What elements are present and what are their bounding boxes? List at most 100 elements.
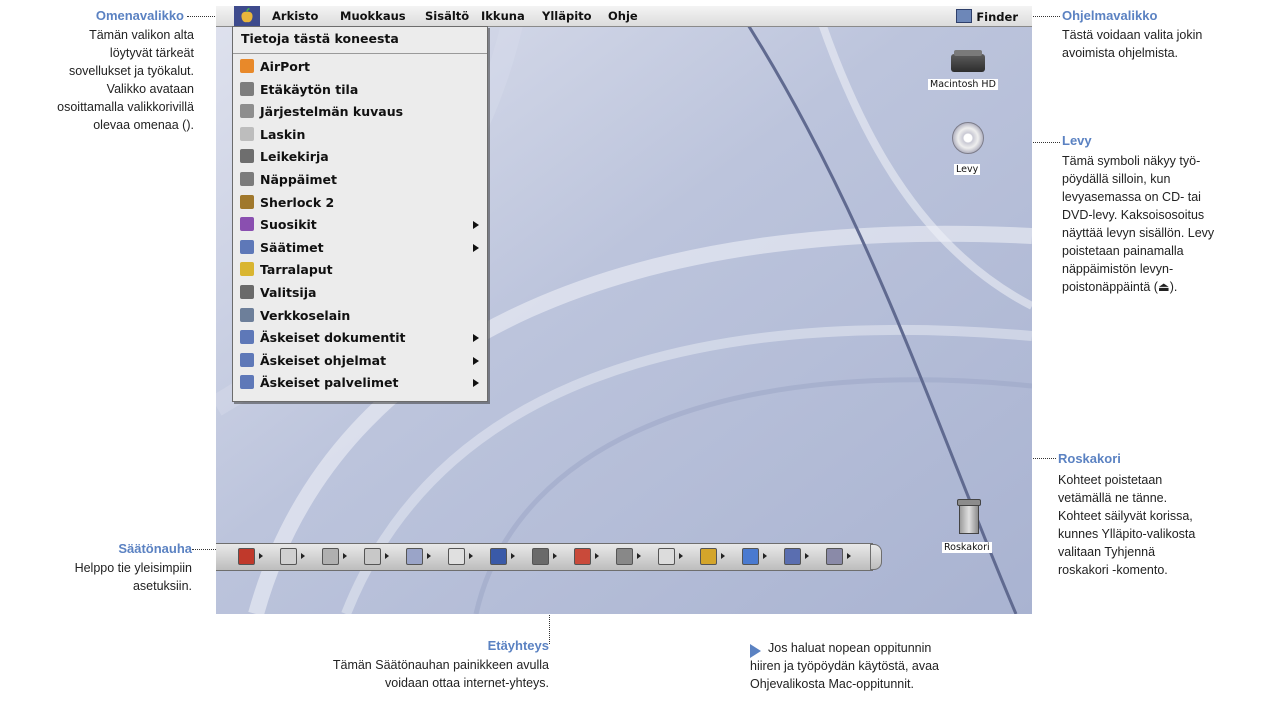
recent-applications-icon [240,352,254,367]
location-icon[interactable] [784,548,801,565]
control-strip-popup-arrow-icon[interactable] [301,553,305,559]
apple-menu-callout-line: Tämän valikon alta [89,28,194,42]
cd-disk-label[interactable]: Levy [954,164,981,175]
apple-menu-item[interactable]: Äskeiset ohjelmat [233,351,487,371]
cd-player-icon[interactable] [448,548,465,565]
web-sharing-icon[interactable] [742,548,759,565]
apple-menu-item-label: Äskeiset ohjelmat [260,352,387,368]
apple-menu-item-label: Järjestelmän kuvaus [260,104,404,120]
control-strip-popup-arrow-icon[interactable] [427,553,431,559]
control-strip-popup-arrow-icon[interactable] [343,553,347,559]
submenu-arrow-icon [473,356,479,365]
menu-window[interactable]: Ikkuna [481,9,525,23]
apple-menu-item[interactable]: Äskeiset dokumentit [233,328,487,348]
apple-menu-item[interactable]: Näppäimet [233,170,487,190]
printer-icon[interactable] [532,548,549,565]
scrapbook-icon [240,149,254,164]
remote-callout-line: voidaan ottaa internet-yhteys. [385,676,549,690]
apple-menu-item-label: Äskeiset dokumentit [260,330,406,346]
control-strip-collapse-tab[interactable] [870,544,882,570]
control-strip-popup-arrow-icon[interactable] [763,553,767,559]
disk-callout-line: näyttää levyn sisällön. Levy [1062,226,1215,240]
menu-help[interactable]: Ohje [608,9,638,23]
monitor-resolution-icon[interactable] [658,548,675,565]
application-menu-label: Finder [976,10,1018,24]
appletalk-icon[interactable] [238,548,255,565]
cd-disk-icon[interactable] [952,122,984,154]
control-strip-popup-arrow-icon[interactable] [805,553,809,559]
control-strip-popup-arrow-icon[interactable] [847,553,851,559]
energy-saver-icon[interactable] [406,548,423,565]
tip-line: Ohjevalikosta Mac-oppitunnit. [750,677,914,691]
submenu-arrow-icon [473,243,479,252]
control-strip-popup-arrow-icon[interactable] [595,553,599,559]
apple-menu-item[interactable]: Valitsija [233,283,487,303]
control-strip-popup-arrow-icon[interactable] [721,553,725,559]
trash-icon[interactable] [957,499,981,534]
apple-menu-callout-text: Tämän valikon alta löytyvät tärkeät sovell… [14,26,194,134]
control-strip-popup-arrow-icon[interactable] [553,553,557,559]
system-profiler-icon [240,104,254,119]
about-this-computer-item[interactable]: Tietoja tästä koneesta [241,31,399,46]
apple-menu-item-label: Valitsija [260,285,317,300]
trash-callout-line: Kohteet säilyvät korissa, [1058,509,1193,523]
remote-access-icon [240,81,254,96]
disk-callout-line: poistetaan painamalla [1062,244,1184,258]
trash-callout-title: Roskakori [1058,451,1121,466]
app-menu-callout-line: avoimista ohjelmista. [1062,46,1179,60]
apple-menu-item[interactable]: AirPort [233,57,487,77]
favorites-icon [240,217,254,232]
menu-file[interactable]: Arkisto [272,9,318,23]
apple-menu-item[interactable]: Leikekirja [233,147,487,167]
hard-disk-label[interactable]: Macintosh HD [928,79,998,90]
apple-menu-item-label: AirPort [260,59,311,74]
location-manager-icon[interactable] [574,548,591,565]
app-menu-callout-text: Tästä voidaan valita jokin avoimista ohje… [1062,26,1262,62]
submenu-arrow-icon [473,221,479,230]
menu-special[interactable]: Ylläpito [542,9,592,23]
app-menu-callout-title: Ohjelmavalikko [1062,8,1158,23]
recent-documents-icon [240,330,254,345]
trash-callout-line: valitaan Tyhjennä [1058,545,1156,559]
apple-menu-item[interactable]: Verkkoselain [233,306,487,326]
apple-menu-item-label: Sherlock 2 [260,194,335,210]
remote-access-icon[interactable] [616,548,633,565]
control-strip-popup-arrow-icon[interactable] [259,553,263,559]
apple-menu-button[interactable] [234,6,260,26]
control-strip-popup-arrow-icon[interactable] [637,553,641,559]
apple-menu-item-label: Tarralaput [260,262,333,278]
stickies-icon [240,262,254,277]
apple-menu-item[interactable]: Äskeiset palvelimet [233,373,487,393]
battery-icon[interactable] [700,548,717,565]
sound-volume-icon[interactable] [364,548,381,565]
application-menu[interactable]: Finder [956,9,1018,24]
control-strip-popup-arrow-icon[interactable] [679,553,683,559]
apple-menu-item[interactable]: Etäkäytön tila [233,80,487,100]
file-sharing-icon[interactable] [322,548,339,565]
apple-menu-item[interactable]: Tarralaput [233,260,487,280]
disk-callout-line: poistonäppäintä (⏏). [1062,280,1178,294]
apple-menu-item[interactable]: Järjestelmän kuvaus [233,102,487,122]
menu-view[interactable]: Sisältö [425,9,469,23]
apple-logo-icon [241,8,253,23]
remote-callout-line: Tämän Säätönauhan painikkeen avulla [332,658,549,672]
menu-separator [233,53,487,54]
control-panels-icon [240,239,254,254]
control-strip-popup-arrow-icon[interactable] [385,553,389,559]
apple-menu-item[interactable]: Suosikit [233,215,487,235]
apple-menu-item-label: Näppäimet [260,172,337,187]
apple-menu-item[interactable]: Säätimet [233,238,487,258]
apple-menu-item[interactable]: Laskin [233,125,487,145]
control-strip-callout-text: Helppo tie yleisimpiin asetuksiin. [12,559,192,595]
control-strip-end-icon[interactable] [826,548,843,565]
keyboard-layout-icon[interactable] [490,548,507,565]
hard-disk-icon[interactable] [951,50,985,74]
menu-edit[interactable]: Muokkaus [340,9,406,23]
apple-menu-item[interactable]: Sherlock 2 [233,193,487,213]
control-strip-popup-arrow-icon[interactable] [469,553,473,559]
trash-label[interactable]: Roskakori [942,542,992,553]
control-strip-popup-arrow-icon[interactable] [511,553,515,559]
trash-callout-line: vetämällä ne tänne. [1058,491,1168,505]
monitor-bit-depth-icon[interactable] [280,548,297,565]
apple-menu-callout-line: olevaa omenaa (). [93,118,194,132]
